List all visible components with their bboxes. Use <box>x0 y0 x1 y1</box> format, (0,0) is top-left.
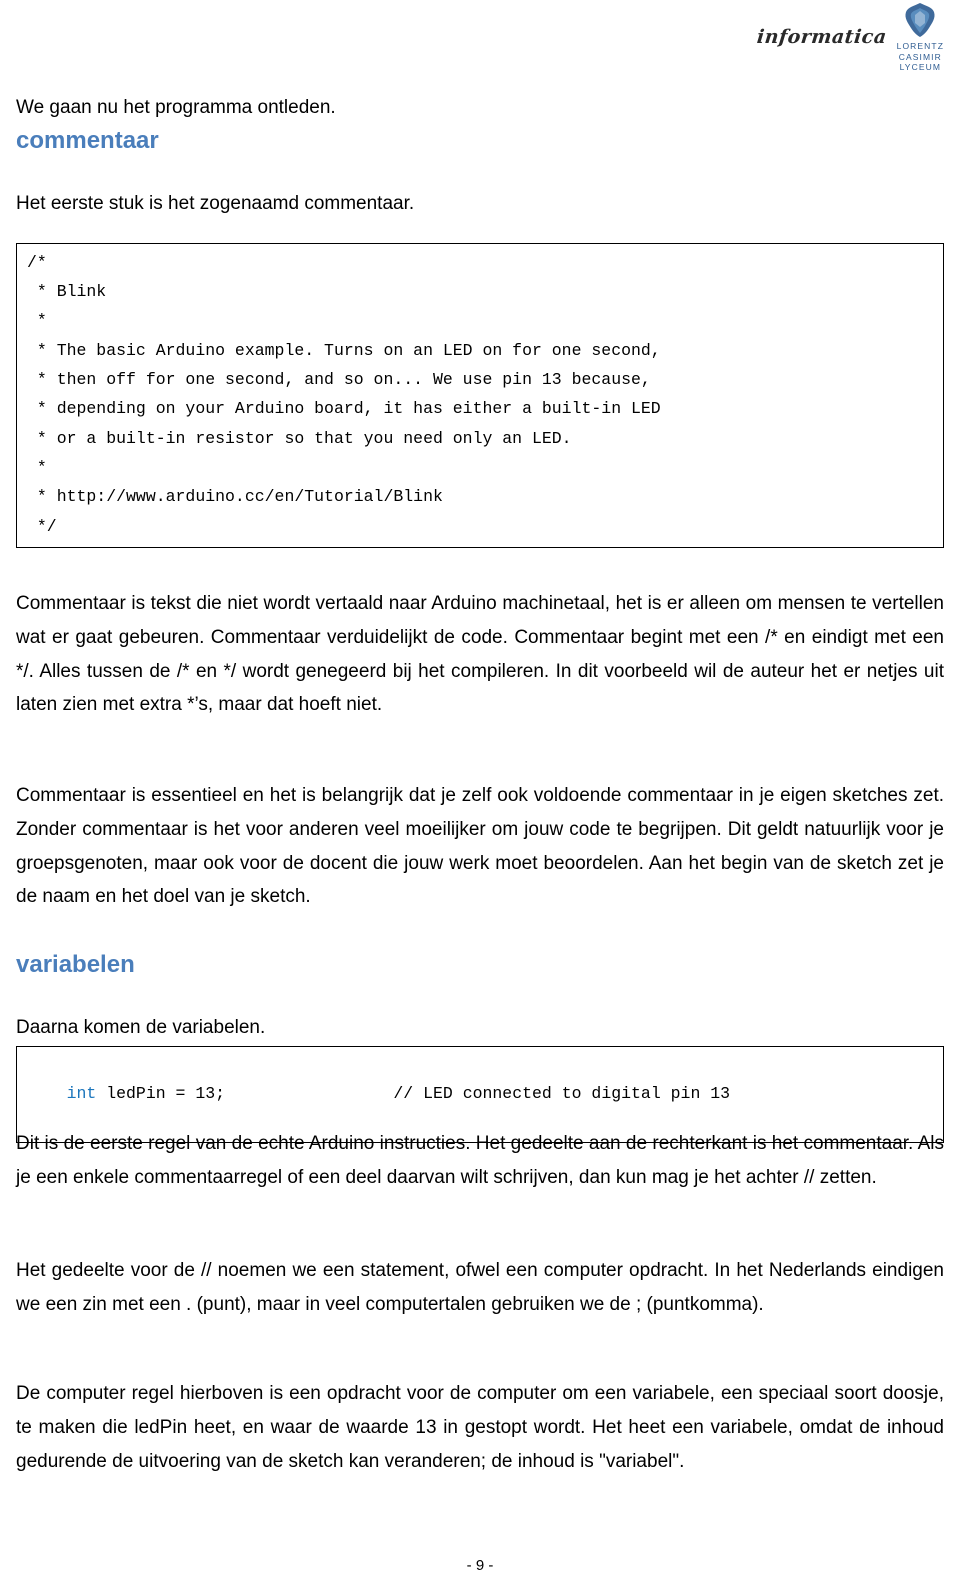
paragraph-variabelen-1: Dit is de eerste regel van de echte Ardu… <box>16 1133 944 1188</box>
lorentz-casimir-lyceum-logo: LORENTZ CASIMIR LYCEUM <box>897 1 944 73</box>
paragraph-variabelen-2: Het gedeelte voor de // noemen we een st… <box>16 1260 944 1315</box>
document-page: informatica LORENTZ CASIMIR LYCEUM We ga… <box>0 0 960 1586</box>
paragraph-commentaar-1: Commentaar is tekst die niet wordt verta… <box>16 593 944 716</box>
lead-variabelen: Daarna komen de variabelen. <box>16 1017 266 1038</box>
code-declaration-rest: ledPin = 13; <box>96 1084 226 1104</box>
crest-line-lyceum: LYCEUM <box>899 62 942 73</box>
shield-crest-icon <box>899 1 941 39</box>
code-block-blink-comment: /* * Blink * * The basic Arduino example… <box>16 242 944 549</box>
heading-commentaar: commentaar <box>16 127 159 154</box>
crest-line-casimir: CASIMIR <box>898 51 942 62</box>
document-header: informatica LORENTZ CASIMIR LYCEUM <box>755 1 944 73</box>
code-keyword-int: int <box>66 1084 97 1104</box>
informatica-logo-text: informatica <box>755 26 888 48</box>
paragraph-variabelen-3: De computer regel hierboven is een opdra… <box>16 1383 944 1472</box>
paragraph-commentaar-2: Commentaar is essentieel en het is belan… <box>16 785 944 908</box>
page-number-footer: - 9 - <box>466 1557 494 1574</box>
intro-line: We gaan nu het programma ontleden. <box>16 97 336 118</box>
crest-line-lorentz: LORENTZ <box>896 41 944 52</box>
code-inline-comment: // LED connected to digital pin 13 <box>393 1084 731 1104</box>
code-spacer <box>225 1084 393 1103</box>
lead-commentaar: Het eerste stuk is het zogenaamd comment… <box>16 193 415 214</box>
heading-variabelen: variabelen <box>16 951 135 978</box>
